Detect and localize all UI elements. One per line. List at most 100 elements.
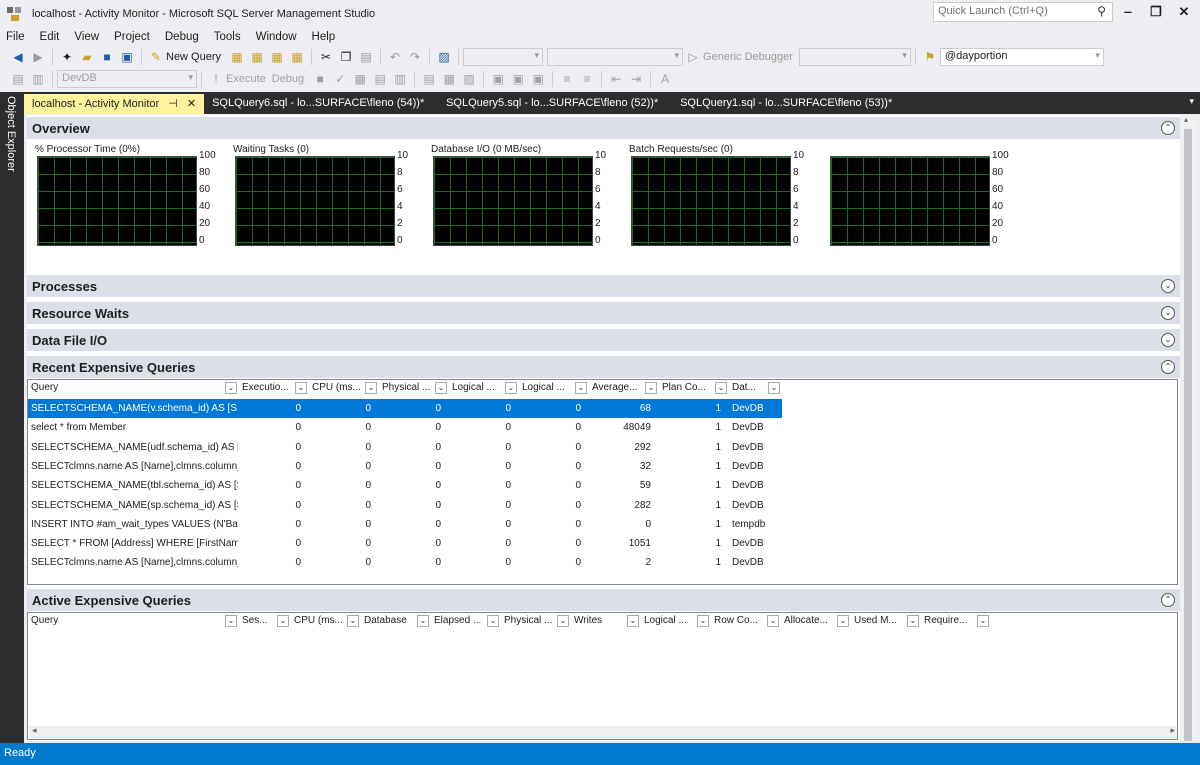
filter-dropdown-icon[interactable]: ⌄	[347, 615, 359, 627]
section-processes[interactable]: Processes ⌄	[27, 275, 1180, 297]
column-header[interactable]: Database ⌄	[361, 613, 431, 630]
filter-dropdown-icon[interactable]: ⌄	[697, 615, 709, 627]
filter-dropdown-icon[interactable]: ⌄	[907, 615, 919, 627]
filter-dropdown-icon[interactable]: ⌄	[767, 615, 779, 627]
restore-button[interactable]: ❐	[1146, 4, 1166, 22]
debugger-icon[interactable]: ▷	[685, 49, 701, 65]
column-header[interactable]: Require... ⌄	[921, 613, 991, 630]
results-grid-icon[interactable]: ▦	[441, 71, 457, 87]
find-icon[interactable]: ⚑	[922, 49, 938, 65]
comment-icon[interactable]: ≡	[559, 71, 575, 87]
filter-dropdown-icon[interactable]: ⌄	[225, 615, 237, 627]
collapse-icon[interactable]: ⌃	[1161, 593, 1175, 607]
uncomment-icon[interactable]: ≡	[579, 71, 595, 87]
cut-icon[interactable]: ✂	[318, 49, 334, 65]
table-row[interactable]: INSERT INTO #am_wait_types VALUES (N'Ba.…	[28, 515, 782, 534]
filter-dropdown-icon[interactable]: ⌄	[768, 382, 780, 394]
table-row[interactable]: SELECTSCHEMA_NAME(v.schema_id) AS [S... 0…	[28, 399, 782, 418]
filter-dropdown-icon[interactable]: ⌄	[417, 615, 429, 627]
decrease-indent-icon[interactable]: ⇤	[608, 71, 624, 87]
section-recent-expensive-queries[interactable]: Recent Expensive Queries ⌃	[27, 356, 1180, 378]
collapse-icon[interactable]: ⌃	[1161, 121, 1175, 135]
column-header[interactable]: Allocate... ⌄	[781, 613, 851, 630]
filter-dropdown-icon[interactable]: ⌄	[715, 382, 727, 394]
live-stats-icon[interactable]: ▣	[510, 71, 526, 87]
intellisense-icon[interactable]: ▥	[392, 71, 408, 87]
horizontal-scrollbar[interactable]: ◂ ▸	[29, 725, 1177, 738]
table-row[interactable]: SELECTclmns.name AS [Name],clmns.column_…	[28, 553, 782, 572]
close-tab-icon[interactable]: ✕	[187, 98, 196, 110]
filter-dropdown-icon[interactable]: ⌄	[295, 382, 307, 394]
column-header[interactable]: Physical ... ⌄	[379, 380, 449, 397]
minimize-button[interactable]: ‒	[1118, 4, 1138, 22]
include-plan-icon[interactable]: ▣	[490, 71, 506, 87]
pin-icon[interactable]: ⊣	[168, 98, 178, 110]
client-stats-icon[interactable]: ▣	[530, 71, 546, 87]
column-header[interactable]: Executio... ⌄	[239, 380, 309, 397]
connect-icon[interactable]: ▤	[10, 71, 26, 87]
column-header[interactable]: Logical ... ⌄	[641, 613, 711, 630]
section-active-expensive-queries[interactable]: Active Expensive Queries ⌃	[27, 589, 1180, 611]
column-header[interactable]: Physical ... ⌄	[501, 613, 571, 630]
execute-icon[interactable]: !	[208, 71, 224, 87]
generic-debugger-button[interactable]: Generic Debugger	[703, 51, 793, 63]
increase-indent-icon[interactable]: ⇥	[628, 71, 644, 87]
table-row[interactable]: select * from Member 0 0 0 0 0 48049 1 DevDB	[28, 418, 782, 437]
filter-dropdown-icon[interactable]: ⌄	[557, 615, 569, 627]
das-query-icon[interactable]: ▦	[289, 49, 305, 65]
open-file-icon[interactable]: ▰	[79, 49, 95, 65]
new-query-icon[interactable]: ✎	[148, 49, 164, 65]
menu-edit[interactable]: Edit	[40, 31, 60, 43]
change-connection-icon[interactable]: ▥	[30, 71, 46, 87]
debug-target-combo[interactable]: ▾	[798, 48, 911, 66]
table-row[interactable]: SELECTSCHEMA_NAME(sp.schema_id) AS [S...…	[28, 496, 782, 515]
query-designer-icon[interactable]: ▤	[372, 71, 388, 87]
forward-icon[interactable]: ▶	[30, 49, 46, 65]
column-header[interactable]: Used M... ⌄	[851, 613, 921, 630]
save-icon[interactable]: ■	[99, 49, 115, 65]
filter-dropdown-icon[interactable]: ⌄	[575, 382, 587, 394]
column-header[interactable]: Plan Co... ⌄	[659, 380, 729, 397]
expand-icon[interactable]: ⌄	[1161, 333, 1175, 347]
back-icon[interactable]: ◀	[10, 49, 26, 65]
column-header[interactable]: Ses... ⌄	[239, 613, 291, 630]
column-header[interactable]: CPU (ms... ⌄	[309, 380, 379, 397]
column-header[interactable]: Logical ... ⌄	[519, 380, 589, 397]
menu-debug[interactable]: Debug	[165, 31, 199, 43]
filter-dropdown-icon[interactable]: ⌄	[645, 382, 657, 394]
filter-dropdown-icon[interactable]: ⌄	[365, 382, 377, 394]
results-file-icon[interactable]: ▨	[461, 71, 477, 87]
column-header[interactable]: Elapsed ... ⌄	[431, 613, 501, 630]
specify-values-icon[interactable]: A	[657, 71, 673, 87]
undo-icon[interactable]: ↶	[387, 49, 403, 65]
column-header[interactable]: Writes ⌄	[571, 613, 641, 630]
quick-launch-input[interactable]: Quick Launch (Ctrl+Q) ⚲	[933, 2, 1113, 22]
table-row[interactable]: SELECTSCHEMA_NAME(udf.schema_id) AS [...…	[28, 438, 782, 457]
section-overview[interactable]: Overview ⌃	[27, 117, 1180, 139]
menu-project[interactable]: Project	[114, 31, 150, 43]
scroll-up-icon[interactable]: ▴	[1184, 115, 1188, 124]
column-header[interactable]: CPU (ms... ⌄	[291, 613, 361, 630]
column-header[interactable]: Row Co... ⌄	[711, 613, 781, 630]
menu-file[interactable]: File	[6, 31, 25, 43]
column-header[interactable]: Logical ... ⌄	[449, 380, 519, 397]
debug-button[interactable]: Debug	[272, 73, 304, 85]
expand-icon[interactable]: ⌄	[1161, 279, 1175, 293]
solution-platform-combo[interactable]: ▾	[547, 48, 684, 66]
tab-sqlquery6[interactable]: SQLQuery6.sql - lo...SURFACE\fleno (54))…	[204, 94, 438, 114]
expand-icon[interactable]: ⌄	[1161, 306, 1175, 320]
scrollbar-thumb[interactable]	[1184, 129, 1192, 741]
vertical-scrollbar[interactable]: ▴	[1181, 115, 1195, 741]
activity-monitor-icon[interactable]: ▨	[436, 49, 452, 65]
mdx-query-icon[interactable]: ▦	[229, 49, 245, 65]
collapse-icon[interactable]: ⌃	[1161, 360, 1175, 374]
results-text-icon[interactable]: ▤	[421, 71, 437, 87]
menu-view[interactable]: View	[74, 31, 99, 43]
dmx-query-icon[interactable]: ▦	[249, 49, 265, 65]
filter-dropdown-icon[interactable]: ⌄	[435, 382, 447, 394]
menu-window[interactable]: Window	[256, 31, 297, 43]
parse-icon[interactable]: ✓	[332, 71, 348, 87]
copy-icon[interactable]: ❐	[338, 49, 354, 65]
column-header[interactable]: Query ⌄	[28, 380, 239, 397]
display-plan-icon[interactable]: ▦	[352, 71, 368, 87]
